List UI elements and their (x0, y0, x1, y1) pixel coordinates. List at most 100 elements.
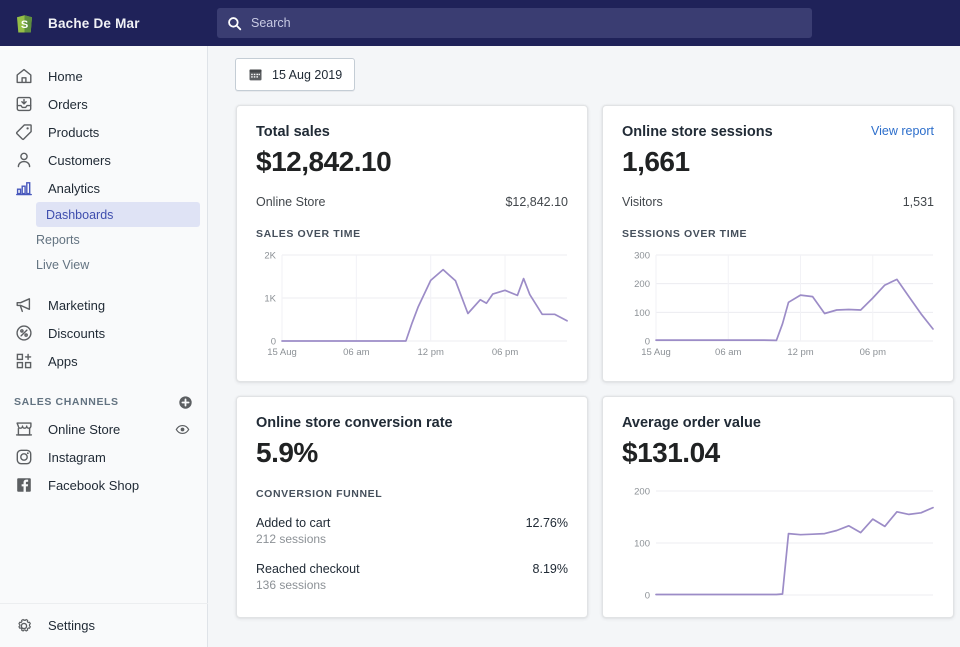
sidebar-item-facebook-shop[interactable]: Facebook Shop (0, 471, 207, 499)
funnel-step-top: Added to cart 12.76% (256, 516, 568, 530)
sidebar-item-label: Products (48, 124, 100, 140)
breakdown-label: Visitors (622, 195, 663, 209)
instagram-icon (14, 447, 34, 467)
home-icon (14, 66, 34, 86)
aov-chart: 0 100 200 (622, 485, 934, 603)
sales-over-time-chart: 0 1K 2K 15 Aug 06 am 12 pm 06 pm (256, 249, 568, 367)
apps-grid-icon (14, 351, 34, 371)
search-bar[interactable] (217, 8, 812, 38)
card-header: Total sales (256, 124, 568, 140)
svg-text:300: 300 (634, 251, 650, 262)
funnel-step-sessions: 212 sessions (256, 532, 327, 546)
sidebar-item-orders[interactable]: Orders (0, 90, 207, 118)
sidebar-item-settings[interactable]: Settings (0, 603, 208, 647)
svg-text:100: 100 (634, 308, 650, 319)
card-average-order-value: Average order value $131.04 0 100 200 (602, 396, 954, 618)
date-picker-button[interactable]: 15 Aug 2019 (235, 58, 356, 91)
funnel-step: Added to cart 12.76% 212 sessions (256, 516, 568, 546)
funnel-step-pct: 12.76% (525, 516, 568, 530)
svg-text:1K: 1K (264, 294, 276, 305)
breakdown-label: Online Store (256, 195, 326, 209)
card-header: Online store sessions View report (622, 124, 934, 140)
sidebar-subitem-label: Live View (36, 257, 90, 272)
svg-text:15 Aug: 15 Aug (267, 347, 297, 358)
tag-icon (14, 122, 34, 142)
svg-text:0: 0 (271, 337, 276, 348)
search-input[interactable] (251, 16, 802, 30)
sidebar-item-customers[interactable]: Customers (0, 146, 207, 174)
svg-text:06 pm: 06 pm (860, 347, 886, 358)
sidebar-item-label: Facebook Shop (48, 477, 140, 493)
funnel-step-sessions: 136 sessions (256, 578, 327, 592)
sessions-breakdown: Visitors 1,531 (622, 195, 934, 209)
card-header: Average order value (622, 415, 934, 431)
total-sales-breakdown: Online Store $12,842.10 (256, 195, 568, 209)
discount-percent-icon (14, 323, 34, 343)
top-bar: S Bache De Mar (0, 0, 960, 46)
svg-text:06 am: 06 am (715, 347, 741, 358)
sidebar-item-label: Discounts (48, 325, 106, 341)
eye-icon[interactable] (175, 422, 190, 437)
sidebar: Home Orders Products Customers Analytics… (0, 46, 208, 647)
page-title: Total sales (256, 124, 330, 140)
sidebar-item-reports[interactable]: Reports (0, 227, 207, 252)
sidebar-item-label: Customers (48, 152, 111, 168)
sidebar-item-products[interactable]: Products (0, 118, 207, 146)
funnel-step-label: Reached checkout (256, 562, 360, 576)
brand-name: Bache De Mar (48, 15, 140, 31)
card-header: Online store conversion rate (256, 415, 568, 431)
sessions-over-time-chart: 0 100 200 300 15 Aug 06 am 12 pm 06 pm (622, 249, 934, 367)
sales-channels-header: SALES CHANNELS (0, 389, 207, 415)
sidebar-item-label: Marketing (48, 297, 106, 313)
total-sales-value: $12,842.10 (256, 146, 392, 177)
main-content: 15 Aug 2019 Total sales $12,842.10 Onlin… (209, 46, 960, 647)
sidebar-item-home[interactable]: Home (0, 62, 207, 90)
conversion-funnel-caption: CONVERSION FUNNEL (256, 488, 383, 500)
sessions-value: 1,661 (622, 146, 690, 177)
storefront-icon (14, 419, 34, 439)
sidebar-item-online-store[interactable]: Online Store (0, 415, 207, 443)
svg-text:12 pm: 12 pm (417, 347, 443, 358)
svg-text:200: 200 (634, 279, 650, 290)
svg-text:15 Aug: 15 Aug (641, 347, 671, 358)
svg-text:100: 100 (634, 539, 650, 550)
sidebar-divider-gap (0, 277, 207, 291)
sidebar-item-live-view[interactable]: Live View (0, 252, 207, 277)
sidebar-item-discounts[interactable]: Discounts (0, 319, 207, 347)
funnel-step-top: Reached checkout 8.19% (256, 562, 568, 576)
svg-text:2K: 2K (264, 251, 276, 262)
view-report-link[interactable]: View report (871, 124, 934, 138)
card-online-store-sessions: Online store sessions View report 1,661 … (602, 105, 954, 382)
page-title: Online store conversion rate (256, 415, 453, 431)
sales-over-time-caption: SALES OVER TIME (256, 228, 361, 240)
sidebar-item-apps[interactable]: Apps (0, 347, 207, 375)
search-icon (227, 16, 242, 31)
conversion-rate-value: 5.9% (256, 437, 318, 468)
brand[interactable]: S Bache De Mar (0, 11, 208, 36)
plus-circle-icon[interactable] (178, 395, 193, 410)
funnel-step-pct: 8.19% (532, 562, 568, 576)
svg-text:200: 200 (634, 487, 650, 498)
card-total-sales: Total sales $12,842.10 Online Store $12,… (236, 105, 588, 382)
date-picker-label: 15 Aug 2019 (272, 67, 343, 82)
svg-text:S: S (21, 19, 28, 31)
shopify-bag-icon: S (12, 11, 37, 36)
sidebar-item-label: Analytics (48, 180, 101, 196)
page-title: Online store sessions (622, 124, 773, 140)
sessions-over-time-caption: SESSIONS OVER TIME (622, 228, 748, 240)
sidebar-item-label: Orders (48, 96, 88, 112)
sidebar-item-analytics[interactable]: Analytics (0, 174, 207, 202)
gear-icon (14, 616, 34, 636)
sidebar-item-dashboards[interactable]: Dashboards (36, 202, 200, 227)
facebook-icon (14, 475, 34, 495)
breakdown-value: $12,842.10 (505, 195, 568, 209)
sales-channels-label: SALES CHANNELS (14, 396, 119, 408)
calendar-icon (248, 67, 263, 82)
sidebar-item-instagram[interactable]: Instagram (0, 443, 207, 471)
sidebar-item-marketing[interactable]: Marketing (0, 291, 207, 319)
bar-chart-icon (14, 178, 34, 198)
sidebar-item-label: Online Store (48, 421, 121, 437)
sidebar-item-label: Home (48, 68, 83, 84)
aov-value: $131.04 (622, 437, 720, 468)
sidebar-item-label: Settings (48, 618, 95, 633)
